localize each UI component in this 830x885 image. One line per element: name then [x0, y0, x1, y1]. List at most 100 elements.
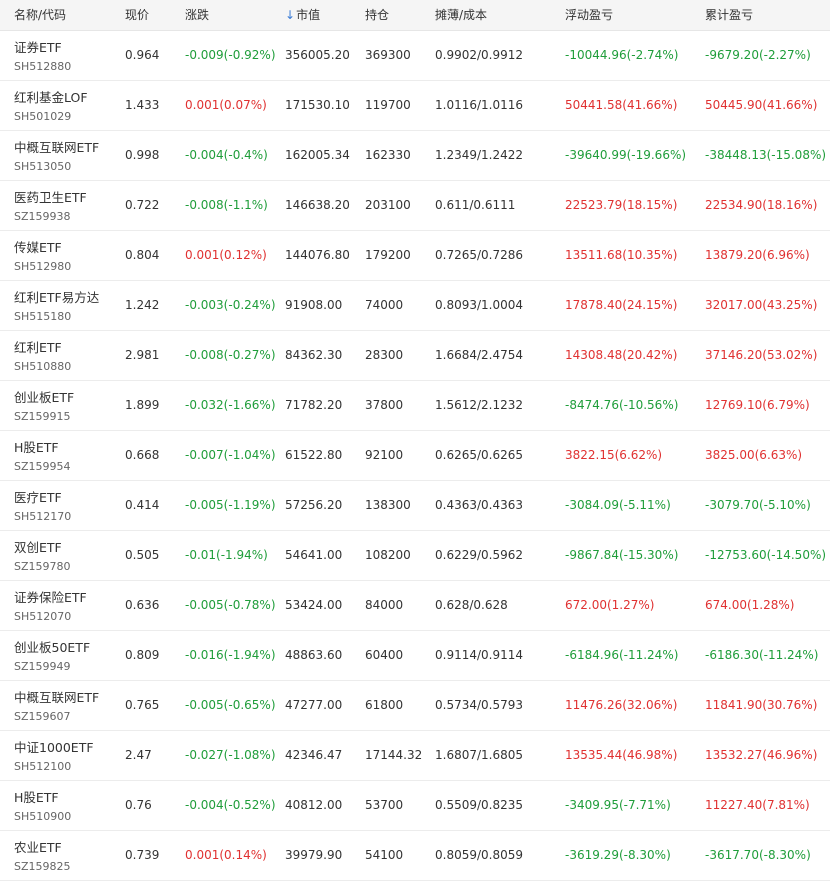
cost-cell: 0.5734/0.5793 — [435, 698, 524, 712]
fund-name[interactable]: 创业板50ETF — [14, 637, 90, 656]
position-cell: 53700 — [365, 798, 404, 812]
floating-pnl-cell: 11476.26(32.06%) — [565, 698, 678, 712]
cost-cell: 0.9902/0.9912 — [435, 48, 524, 62]
fund-code: SH510900 — [14, 810, 72, 823]
total-pnl-cell: 32017.00(43.25%) — [705, 298, 818, 312]
fund-code: SZ159780 — [14, 560, 71, 573]
total-pnl-cell: 22534.90(18.16%) — [705, 198, 818, 212]
market-value-cell: 39979.90 — [285, 848, 343, 862]
fund-name[interactable]: 双创ETF — [14, 537, 62, 556]
market-value-cell: 171530.10 — [285, 98, 350, 112]
table-row[interactable]: 医药卫生ETF SZ159938 0.722 -0.008(-1.1%) 146638.… — [0, 181, 830, 231]
market-value-cell: 71782.20 — [285, 398, 343, 412]
floating-pnl-cell: 13535.44(46.98%) — [565, 748, 678, 762]
cost-cell: 1.0116/1.0116 — [435, 98, 524, 112]
total-pnl-cell: -38448.13(-15.08%) — [705, 148, 827, 162]
column-header-cost[interactable]: 摊薄/成本 — [435, 0, 487, 30]
price-cell: 1.242 — [125, 298, 160, 312]
fund-name[interactable]: 中证1000ETF — [14, 737, 94, 756]
market-value-cell: 54641.00 — [285, 548, 343, 562]
floating-pnl-cell: -3084.09(-5.11%) — [565, 498, 671, 512]
table-row[interactable]: H股ETF SZ159954 0.668 -0.007(-1.04%) 61522.80… — [0, 431, 830, 481]
total-pnl-cell: -6186.30(-11.24%) — [705, 648, 819, 662]
column-header-total-pnl[interactable]: 累计盈亏 — [705, 0, 753, 30]
column-header-position[interactable]: 持仓 — [365, 0, 389, 30]
cost-cell: 1.6684/2.4754 — [435, 348, 524, 362]
change-cell: -0.005(-0.65%) — [185, 698, 276, 712]
change-cell: 0.001(0.12%) — [185, 248, 267, 262]
column-header-change[interactable]: 涨跌 — [185, 0, 209, 30]
market-value-cell: 162005.34 — [285, 148, 350, 162]
floating-pnl-cell: 22523.79(18.15%) — [565, 198, 678, 212]
fund-name[interactable]: H股ETF — [14, 437, 59, 456]
fund-name[interactable]: 医药卫生ETF — [14, 187, 87, 206]
price-cell: 0.739 — [125, 848, 160, 862]
total-pnl-cell: 12769.10(6.79%) — [705, 398, 810, 412]
table-row[interactable]: 农业ETF SZ159825 0.739 0.001(0.14%) 39979.90 54… — [0, 831, 830, 881]
arrow-down-icon: ↓ — [285, 8, 296, 22]
cost-cell: 0.7265/0.7286 — [435, 248, 524, 262]
fund-code: SH510880 — [14, 360, 72, 373]
price-cell: 2.47 — [125, 748, 152, 762]
table-row[interactable]: 创业板50ETF SZ159949 0.809 -0.016(-1.94%) 48863… — [0, 631, 830, 681]
market-value-cell: 91908.00 — [285, 298, 343, 312]
column-header-name[interactable]: 名称/代码 — [14, 0, 66, 30]
total-pnl-cell: 674.00(1.28%) — [705, 598, 795, 612]
position-cell: 108200 — [365, 548, 411, 562]
change-cell: -0.004(-0.4%) — [185, 148, 268, 162]
table-row[interactable]: 红利ETF SH510880 2.981 -0.008(-0.27%) 84362.30… — [0, 331, 830, 381]
table-row[interactable]: 医疗ETF SH512170 0.414 -0.005(-1.19%) 57256.20… — [0, 481, 830, 531]
price-cell: 0.722 — [125, 198, 160, 212]
market-value-cell: 47277.00 — [285, 698, 343, 712]
fund-name[interactable]: 传媒ETF — [14, 237, 62, 256]
fund-name[interactable]: 医疗ETF — [14, 487, 62, 506]
table-row[interactable]: 红利ETF易方达 SH515180 1.242 -0.003(-0.24%) 91908… — [0, 281, 830, 331]
column-header-price[interactable]: 现价 — [125, 0, 149, 30]
fund-code: SH512880 — [14, 60, 72, 73]
table-row[interactable]: H股ETF SH510900 0.76 -0.004(-0.52%) 40812.00 5… — [0, 781, 830, 831]
floating-pnl-cell: -10044.96(-2.74%) — [565, 48, 679, 62]
fund-name[interactable]: H股ETF — [14, 787, 59, 806]
price-cell: 0.505 — [125, 548, 160, 562]
column-header-market-value[interactable]: ↓市值 — [285, 0, 320, 30]
position-cell: 203100 — [365, 198, 411, 212]
cost-cell: 1.5612/2.1232 — [435, 398, 524, 412]
cost-cell: 1.2349/1.2422 — [435, 148, 524, 162]
market-value-cell: 53424.00 — [285, 598, 343, 612]
market-value-cell: 144076.80 — [285, 248, 350, 262]
table-row[interactable]: 证券ETF SH512880 0.964 -0.009(-0.92%) 356005.2… — [0, 31, 830, 81]
fund-code: SZ159607 — [14, 710, 71, 723]
fund-name[interactable]: 红利基金LOF — [14, 87, 88, 106]
change-cell: -0.016(-1.94%) — [185, 648, 276, 662]
table-row[interactable]: 红利基金LOF SH501029 1.433 0.001(0.07%) 171530.1… — [0, 81, 830, 131]
table-row[interactable]: 中概互联网ETF SH513050 0.998 -0.004(-0.4%) 162005… — [0, 131, 830, 181]
cost-cell: 0.611/0.6111 — [435, 198, 516, 212]
total-pnl-cell: 3825.00(6.63%) — [705, 448, 803, 462]
price-cell: 0.414 — [125, 498, 160, 512]
table-row[interactable]: 双创ETF SZ159780 0.505 -0.01(-1.94%) 54641.00 1… — [0, 531, 830, 581]
position-cell: 60400 — [365, 648, 404, 662]
table-row[interactable]: 传媒ETF SH512980 0.804 0.001(0.12%) 144076.80 1… — [0, 231, 830, 281]
total-pnl-cell: 50445.90(41.66%) — [705, 98, 818, 112]
position-cell: 54100 — [365, 848, 404, 862]
table-row[interactable]: 证券保险ETF SH512070 0.636 -0.005(-0.78%) 53424.… — [0, 581, 830, 631]
table-body: 证券ETF SH512880 0.964 -0.009(-0.92%) 356005.2… — [0, 31, 830, 881]
position-cell: 369300 — [365, 48, 411, 62]
fund-name[interactable]: 农业ETF — [14, 837, 62, 856]
fund-name[interactable]: 证券保险ETF — [14, 587, 87, 606]
total-pnl-cell: 11227.40(7.81%) — [705, 798, 810, 812]
fund-code: SH512980 — [14, 260, 72, 273]
floating-pnl-cell: -39640.99(-19.66%) — [565, 148, 687, 162]
fund-name[interactable]: 证券ETF — [14, 37, 62, 56]
floating-pnl-cell: 17878.40(24.15%) — [565, 298, 678, 312]
table-row[interactable]: 中概互联网ETF SZ159607 0.765 -0.005(-0.65%) 47277… — [0, 681, 830, 731]
table-row[interactable]: 创业板ETF SZ159915 1.899 -0.032(-1.66%) 71782.2… — [0, 381, 830, 431]
table-row[interactable]: 中证1000ETF SH512100 2.47 -0.027(-1.08%) 42346… — [0, 731, 830, 781]
fund-name[interactable]: 中概互联网ETF — [14, 137, 99, 156]
position-cell: 119700 — [365, 98, 411, 112]
fund-name[interactable]: 中概互联网ETF — [14, 687, 99, 706]
column-header-floating-pnl[interactable]: 浮动盈亏 — [565, 0, 613, 30]
fund-name[interactable]: 红利ETF易方达 — [14, 287, 99, 306]
fund-name[interactable]: 红利ETF — [14, 337, 62, 356]
fund-name[interactable]: 创业板ETF — [14, 387, 74, 406]
